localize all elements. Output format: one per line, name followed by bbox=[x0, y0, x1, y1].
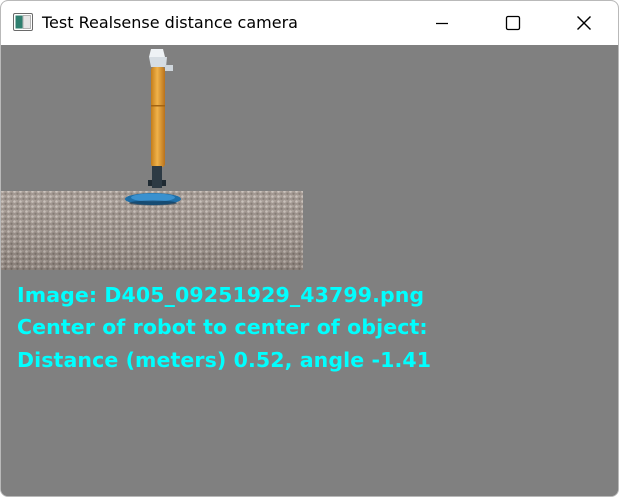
center-description-label: Center of robot to center of object: bbox=[17, 315, 428, 339]
minimize-icon bbox=[435, 22, 448, 25]
image-filename-label: Image: D405_09251929_43799.png bbox=[17, 283, 425, 307]
maximize-button[interactable] bbox=[489, 1, 536, 45]
window-title: Test Realsense distance camera bbox=[42, 13, 298, 32]
distance-angle-label: Distance (meters) 0.52, angle -1.41 bbox=[17, 348, 432, 372]
camera-frame-image bbox=[1, 49, 303, 270]
client-area: Image: D405_09251929_43799.png Center of… bbox=[1, 45, 618, 496]
close-icon bbox=[576, 16, 591, 30]
close-button[interactable] bbox=[560, 1, 607, 45]
title-bar[interactable]: Test Realsense distance camera bbox=[1, 1, 618, 45]
app-window: Test Realsense distance camera Image: D4… bbox=[0, 0, 619, 497]
app-window-icon bbox=[13, 13, 33, 31]
minimize-button[interactable] bbox=[418, 1, 465, 45]
maximize-icon bbox=[505, 15, 520, 31]
